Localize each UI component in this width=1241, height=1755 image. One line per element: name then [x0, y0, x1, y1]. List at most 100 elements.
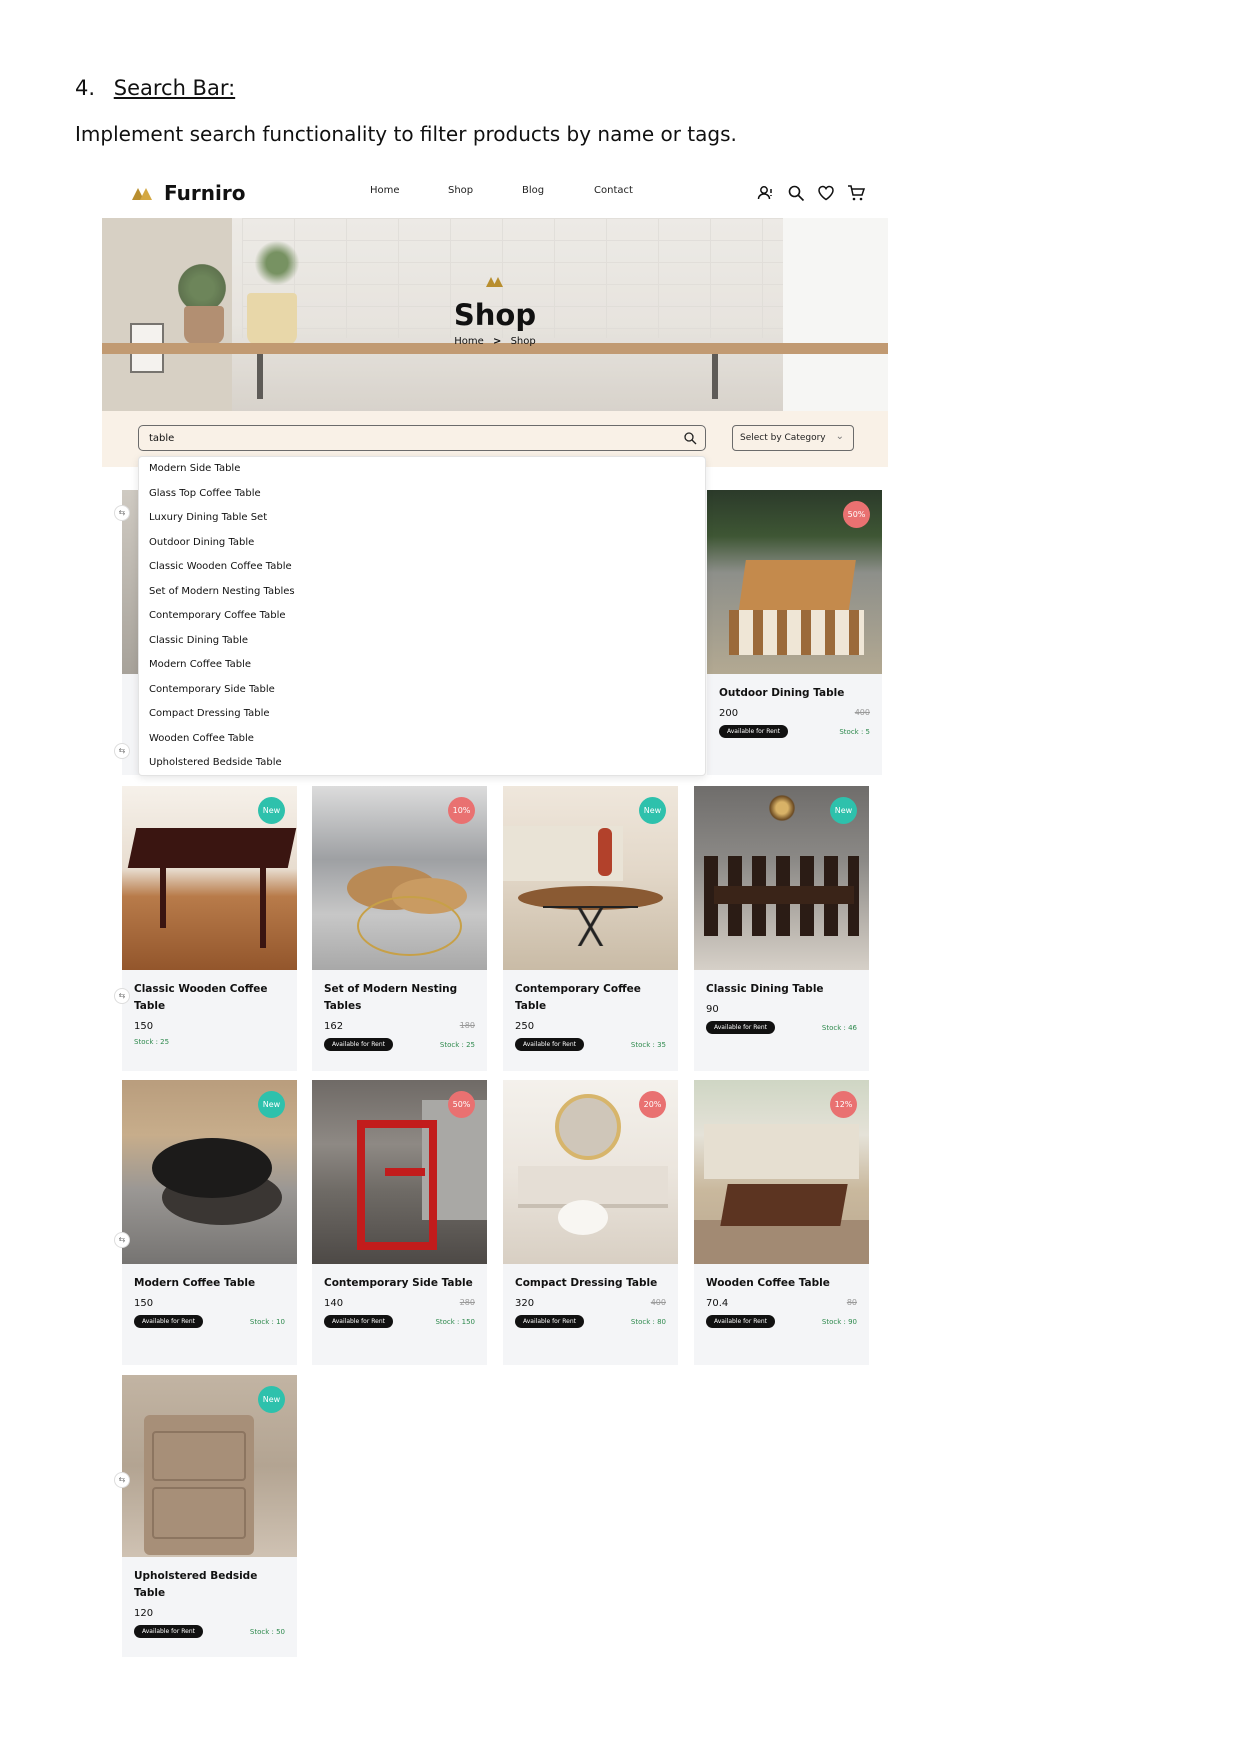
product-old-price: 280 — [459, 1298, 475, 1307]
suggestion-item[interactable]: Contemporary Coffee Table — [139, 604, 705, 629]
stock-label: Stock : 10 — [249, 1317, 285, 1326]
discount-badge: 50% — [843, 501, 870, 528]
product-name[interactable]: Upholstered Bedside Table — [134, 1568, 285, 1602]
account-icon[interactable] — [757, 184, 775, 202]
nav-link-blog[interactable]: Blog — [522, 185, 544, 196]
product-name[interactable]: Set of Modern Nesting Tables — [324, 981, 475, 1015]
rent-badge: Available for Rent — [706, 1021, 775, 1034]
product-name[interactable]: Contemporary Coffee Table — [515, 981, 666, 1015]
new-badge: New — [639, 797, 666, 824]
product-card[interactable]: 50% Contemporary Side Table 140 280 Avail… — [312, 1080, 487, 1365]
stock-label: Stock : 46 — [821, 1023, 857, 1032]
search-suggestions: Modern Side Table Glass Top Coffee Table… — [138, 456, 706, 776]
compare-icon[interactable]: ⇆ — [114, 988, 130, 1004]
category-select[interactable]: Select by Category ⌄ — [732, 425, 854, 451]
chevron-right-icon: > — [492, 336, 502, 347]
search-icon[interactable] — [787, 184, 805, 202]
compare-icon[interactable]: ⇆ — [114, 743, 130, 759]
nav-link-shop[interactable]: Shop — [448, 185, 473, 196]
rent-badge: Available for Rent — [134, 1315, 203, 1328]
product-image: 10% — [312, 786, 487, 970]
chevron-down-icon: ⌄ — [835, 431, 844, 442]
search-box[interactable] — [138, 425, 706, 451]
rent-badge: Available for Rent — [515, 1038, 584, 1051]
product-name[interactable]: Compact Dressing Table — [515, 1275, 666, 1292]
product-old-price: 400 — [854, 708, 870, 717]
breadcrumb-current: Shop — [510, 336, 536, 347]
product-price: 150 — [134, 1298, 154, 1309]
breadcrumb: Home > Shop — [102, 336, 888, 347]
brand-logo[interactable]: Furniro — [132, 181, 245, 205]
stock-label: Stock : 25 — [439, 1040, 475, 1049]
suggestion-item[interactable]: Outdoor Dining Table — [139, 531, 705, 556]
product-image: New — [122, 786, 297, 970]
new-badge: New — [830, 797, 857, 824]
product-price: 200 — [719, 708, 739, 719]
product-name[interactable]: Wooden Coffee Table — [706, 1275, 857, 1292]
product-card[interactable]: New Contemporary Coffee Table 250 Availa… — [503, 786, 678, 1071]
product-old-price: 400 — [650, 1298, 666, 1307]
product-image: New — [122, 1080, 297, 1264]
product-name[interactable]: Outdoor Dining Table — [719, 685, 870, 702]
suggestion-item[interactable]: Compact Dressing Table — [139, 702, 705, 727]
new-badge: New — [258, 1091, 285, 1118]
stock-label: Stock : 80 — [630, 1317, 666, 1326]
product-card[interactable]: New Classic Dining Table 90 Available fo… — [694, 786, 869, 1071]
product-price: 120 — [134, 1608, 154, 1619]
product-card[interactable]: 10% Set of Modern Nesting Tables 162 180 … — [312, 786, 487, 1071]
search-input[interactable] — [149, 430, 669, 446]
compare-icon[interactable]: ⇆ — [114, 1472, 130, 1488]
brand-mark-icon — [132, 186, 152, 200]
suggestion-item[interactable]: Modern Coffee Table — [139, 653, 705, 678]
product-card[interactable]: 12% Wooden Coffee Table 70.4 80 Available… — [694, 1080, 869, 1365]
product-card[interactable]: New Modern Coffee Table 150 Available fo… — [122, 1080, 297, 1365]
suggestion-item[interactable]: Luxury Dining Table Set — [139, 506, 705, 531]
product-old-price: 80 — [846, 1298, 857, 1307]
product-card[interactable]: New Classic Wooden Coffee Table 150 Stoc… — [122, 786, 297, 1071]
rent-badge: Available for Rent — [324, 1038, 393, 1051]
product-image: New — [122, 1375, 297, 1557]
product-image: 50% — [312, 1080, 487, 1264]
product-price: 140 — [324, 1298, 344, 1309]
product-card[interactable]: New Upholstered Bedside Table 120 Availa… — [122, 1375, 297, 1657]
suggestion-item[interactable]: Glass Top Coffee Table — [139, 482, 705, 507]
compare-icon[interactable]: ⇆ — [114, 1232, 130, 1248]
suggestion-item[interactable]: Upholstered Bedside Table — [139, 751, 705, 776]
product-name[interactable]: Contemporary Side Table — [324, 1275, 475, 1292]
suggestion-item[interactable]: Wooden Coffee Table — [139, 727, 705, 752]
product-card[interactable]: 50% Outdoor Dining Table 200 400 Availabl… — [707, 490, 882, 775]
new-badge: New — [258, 1386, 285, 1413]
product-name[interactable]: Modern Coffee Table — [134, 1275, 285, 1292]
doc-heading-number: 4. — [75, 76, 96, 100]
heart-icon[interactable] — [817, 184, 835, 202]
product-price: 70.4 — [706, 1298, 729, 1309]
product-name[interactable]: Classic Wooden Coffee Table — [134, 981, 285, 1015]
nav-link-home[interactable]: Home — [370, 185, 400, 196]
rent-badge: Available for Rent — [719, 725, 788, 738]
product-name[interactable]: Classic Dining Table — [706, 981, 857, 998]
suggestion-item[interactable]: Classic Dining Table — [139, 629, 705, 654]
suggestion-item[interactable]: Contemporary Side Table — [139, 678, 705, 703]
category-select-label: Select by Category — [740, 433, 826, 443]
stock-label: Stock : 25 — [134, 1038, 170, 1046]
suggestion-item[interactable]: Set of Modern Nesting Tables — [139, 580, 705, 605]
product-price: 150 — [134, 1021, 154, 1032]
product-price: 250 — [515, 1021, 535, 1032]
discount-badge: 50% — [448, 1091, 475, 1118]
product-image: New — [503, 786, 678, 970]
product-card[interactable]: 20% Compact Dressing Table 320 400 Availa… — [503, 1080, 678, 1365]
page-title: Shop — [453, 298, 537, 332]
suggestion-item[interactable]: Classic Wooden Coffee Table — [139, 555, 705, 580]
compare-icon[interactable]: ⇆ — [114, 505, 130, 521]
product-old-price: 180 — [459, 1021, 475, 1030]
suggestion-item[interactable]: Modern Side Table — [139, 457, 705, 482]
doc-description: Implement search functionality to filter… — [75, 122, 737, 146]
cart-icon[interactable] — [847, 184, 866, 202]
nav-link-contact[interactable]: Contact — [594, 185, 633, 196]
new-badge: New — [258, 797, 285, 824]
top-nav: Furniro Home Shop Blog Contact — [102, 170, 888, 218]
rent-badge: Available for Rent — [134, 1625, 203, 1638]
breadcrumb-home[interactable]: Home — [454, 336, 484, 347]
product-price: 162 — [324, 1021, 344, 1032]
search-icon[interactable] — [683, 431, 697, 445]
